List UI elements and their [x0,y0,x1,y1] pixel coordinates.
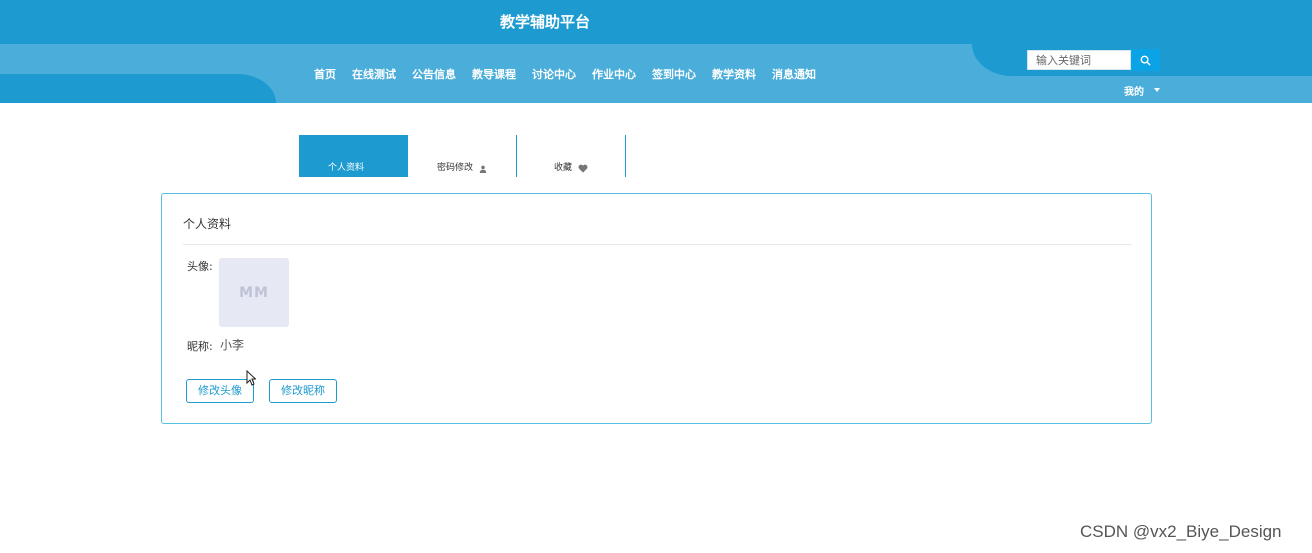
site-title: 教学辅助平台 [499,13,590,31]
nav-item-courses[interactable]: 教导课程 [464,66,524,84]
search-input[interactable] [1027,50,1131,70]
user-menu-label: 我的 [1124,86,1144,98]
change-avatar-button[interactable]: 修改头像 [186,379,254,403]
profile-tabs: 个人资料 密码修改 收藏 [299,135,626,177]
nav-item-materials[interactable]: 教学资料 [704,66,764,84]
search-icon [1140,55,1151,66]
avatar-label: 头像: [187,260,213,273]
nav-item-checkin[interactable]: 签到中心 [644,66,704,84]
avatar-placeholder-text: MM [239,284,269,301]
nickname-label: 昵称: [187,340,213,353]
nav-item-notifications[interactable]: 消息通知 [764,66,824,84]
change-nickname-button[interactable]: 修改昵称 [269,379,337,403]
nav-item-discussion[interactable]: 讨论中心 [524,66,584,84]
user-icon [479,165,487,173]
site-header: 教学辅助平台 首页 在线测试 公告信息 教导课程 讨论中心 作业中心 签到中心 … [0,0,1312,103]
mouse-cursor-icon [246,370,256,386]
pencil-icon [370,164,379,173]
user-menu-dropdown[interactable]: 我的 [1124,83,1160,98]
nav-item-online-test[interactable]: 在线测试 [344,66,404,84]
nav-item-announcements[interactable]: 公告信息 [404,66,464,84]
main-nav: 首页 在线测试 公告信息 教导课程 讨论中心 作业中心 签到中心 教学资料 消息… [306,66,824,84]
heart-icon [578,164,588,173]
tab-profile[interactable]: 个人资料 [299,135,408,177]
divider [183,244,1132,245]
tab-label: 收藏 [553,163,572,173]
panel-title: 个人资料 [183,217,232,231]
tab-label: 个人资料 [327,163,364,173]
tab-favorites[interactable]: 收藏 [517,135,626,177]
tab-label: 密码修改 [436,163,473,173]
avatar: MM [219,258,289,327]
chevron-down-icon [1154,88,1160,92]
watermark: CSDN @vx2_Biye_Design [1080,522,1282,541]
nav-item-home[interactable]: 首页 [306,66,344,84]
header-decoration-left [0,74,276,103]
nav-item-homework[interactable]: 作业中心 [584,66,644,84]
search-button[interactable] [1131,49,1160,71]
nickname-value: 小李 [220,338,245,352]
profile-panel: 个人资料 头像: MM 昵称: 小李 修改头像 修改昵称 [161,193,1152,424]
tab-change-password[interactable]: 密码修改 [408,135,517,177]
